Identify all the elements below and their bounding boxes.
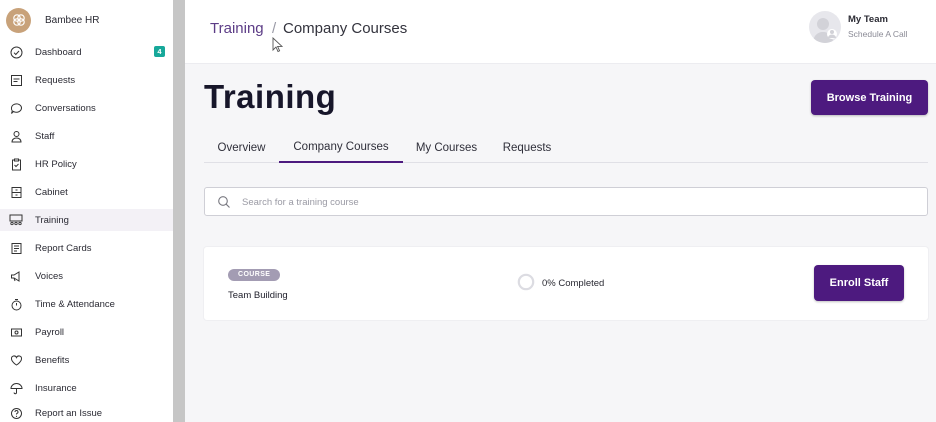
- sidebar-item-payroll[interactable]: Payroll: [0, 321, 173, 343]
- sidebar-item-label: HR Policy: [35, 158, 77, 170]
- sidebar-item-label: Cabinet: [35, 186, 68, 198]
- clipboard-icon: [9, 157, 23, 171]
- training-icon: [9, 213, 23, 227]
- check-circle-icon: [9, 45, 23, 59]
- sidebar-item-hr-policy[interactable]: HR Policy: [0, 153, 173, 175]
- sidebar-item-dashboard[interactable]: Dashboard 4: [0, 41, 173, 63]
- sidebar-item-label: Training: [35, 214, 69, 226]
- progress-ring-icon: [517, 273, 535, 291]
- requests-icon: [9, 73, 23, 87]
- sidebar-item-label: Voices: [35, 270, 63, 282]
- sidebar-item-report-cards[interactable]: Report Cards: [0, 237, 173, 259]
- sidebar-item-benefits[interactable]: Benefits: [0, 349, 173, 371]
- mouse-cursor-icon: [272, 36, 284, 53]
- sidebar-item-label: Payroll: [35, 326, 65, 338]
- sidebar-item-label: Requests: [35, 74, 76, 86]
- schedule-call-link[interactable]: Schedule A Call: [848, 29, 908, 39]
- dashboard-badge: 4: [154, 46, 165, 57]
- tab-overview[interactable]: Overview: [204, 132, 279, 163]
- sidebar-item-requests[interactable]: Requests: [0, 69, 173, 91]
- sidebar-item-time-attendance[interactable]: Time & Attendance: [0, 293, 173, 315]
- sidebar-item-staff[interactable]: Staff: [0, 125, 173, 147]
- breadcrumb-training-link[interactable]: Training: [210, 20, 264, 37]
- person-icon: [9, 129, 23, 143]
- course-type-badge: COURSE: [228, 269, 281, 281]
- breadcrumb-current: Company Courses: [283, 20, 408, 37]
- course-card: COURSE Team Building 0% Completed Enroll…: [204, 247, 928, 320]
- megaphone-icon: [9, 269, 23, 283]
- browse-training-button[interactable]: Browse Training: [811, 80, 928, 115]
- sidebar-item-conversations[interactable]: Conversations: [0, 97, 173, 119]
- sidebar-item-label: Report Cards: [35, 242, 92, 254]
- search-icon: [217, 195, 231, 209]
- sidebar-item-label: Report an Issue: [35, 407, 103, 419]
- sidebar: Bambee HR Dashboard 4 Requests Conversat…: [0, 0, 173, 422]
- enroll-staff-button[interactable]: Enroll Staff: [814, 265, 904, 301]
- payroll-icon: [9, 325, 23, 339]
- brand-name: Bambee HR: [45, 14, 100, 26]
- sidebar-item-label: Time & Attendance: [35, 298, 115, 310]
- sidebar-item-voices[interactable]: Voices: [0, 265, 173, 287]
- help-icon: [9, 406, 23, 420]
- sidebar-item-report-issue[interactable]: Report an Issue: [0, 402, 173, 422]
- sidebar-item-training[interactable]: Training: [0, 209, 173, 231]
- user-name[interactable]: My Team: [848, 14, 888, 25]
- heart-icon: [9, 353, 23, 367]
- course-name[interactable]: Team Building: [228, 290, 288, 301]
- sidebar-item-label: Benefits: [35, 354, 70, 366]
- sidebar-item-label: Conversations: [35, 102, 96, 114]
- brand[interactable]: Bambee HR: [0, 0, 173, 40]
- chat-bubble-icon: [9, 101, 23, 115]
- tab-my-courses[interactable]: My Courses: [403, 132, 490, 163]
- training-tabs: Overview Company Courses My Courses Requ…: [204, 132, 928, 163]
- sidebar-item-label: Insurance: [35, 382, 77, 394]
- bambee-logo-icon: [6, 7, 31, 33]
- sidebar-item-label: Staff: [35, 130, 55, 142]
- tab-company-courses[interactable]: Company Courses: [279, 132, 403, 163]
- umbrella-icon: [9, 381, 23, 395]
- course-progress-label: 0% Completed: [542, 278, 605, 289]
- user-avatar[interactable]: [809, 11, 841, 43]
- search-input[interactable]: [242, 192, 902, 212]
- top-header: Training / Company Courses My Team Sched…: [185, 0, 936, 64]
- search-bar: [204, 187, 928, 216]
- cabinet-icon: [9, 185, 23, 199]
- sidebar-item-insurance[interactable]: Insurance: [0, 377, 173, 399]
- sidebar-scrollbar[interactable]: [173, 0, 185, 422]
- breadcrumb-separator: /: [272, 20, 277, 37]
- page-title: Training: [204, 78, 337, 115]
- report-card-icon: [9, 241, 23, 255]
- stopwatch-icon: [9, 297, 23, 311]
- sidebar-item-cabinet[interactable]: Cabinet: [0, 181, 173, 203]
- tab-requests[interactable]: Requests: [490, 132, 564, 163]
- sidebar-item-label: Dashboard: [35, 46, 82, 58]
